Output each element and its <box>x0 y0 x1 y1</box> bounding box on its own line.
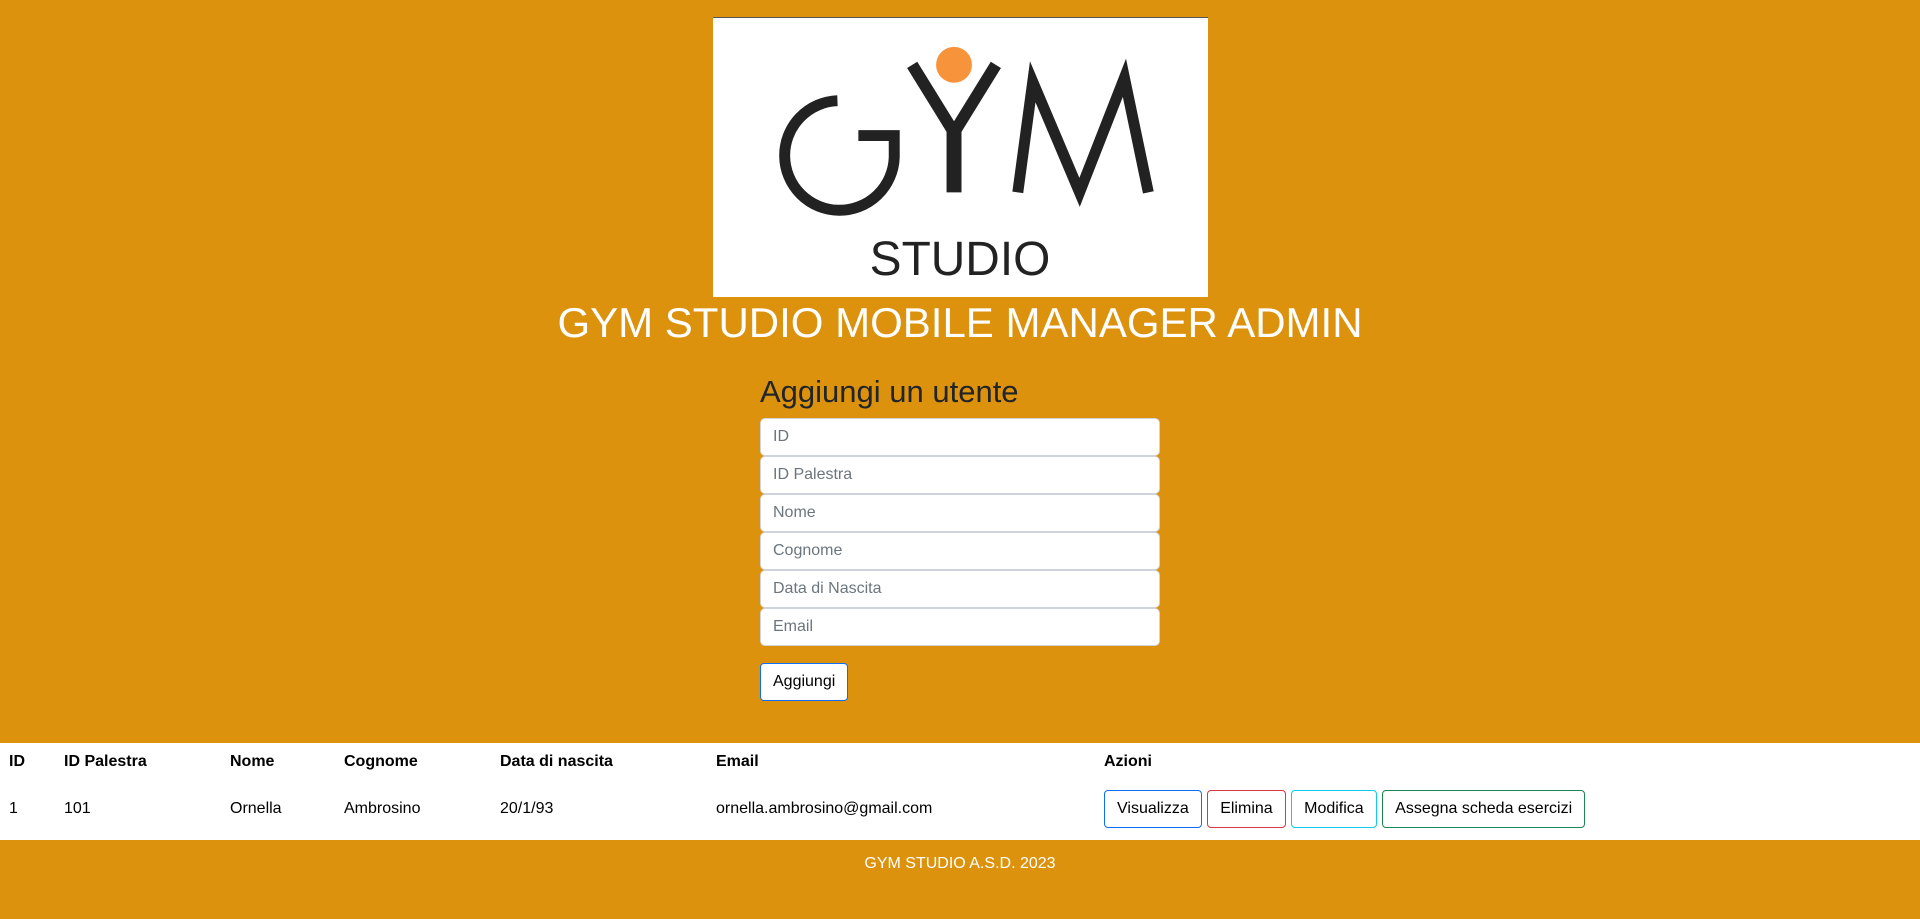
header-actions: Azioni <box>1104 753 1152 770</box>
view-button[interactable]: Visualizza <box>1104 790 1202 828</box>
header-gym-id: ID Palestra <box>64 753 147 770</box>
assign-workout-button[interactable]: Assegna scheda esercizi <box>1382 790 1586 828</box>
users-table: ID ID Palestra Nome Cognome Data di nasc… <box>0 743 1920 837</box>
gym-studio-logo: STUDIO <box>713 17 1208 297</box>
users-table-container: ID ID Palestra Nome Cognome Data di nasc… <box>0 743 1920 840</box>
cell-surname: Ambrosino <box>344 800 421 817</box>
gym-id-input[interactable] <box>760 456 1160 494</box>
form-title: Aggiungi un utente <box>760 374 1019 409</box>
table-row: 1 101 Ornella Ambrosino 20/1/93 ornella.… <box>0 781 1920 837</box>
logo-dot-icon <box>936 46 972 83</box>
footer-text: GYM STUDIO A.S.D. 2023 <box>864 855 1056 872</box>
add-user-form: Aggiungi un utente Aggiungi <box>760 372 1160 701</box>
id-input[interactable] <box>760 418 1160 456</box>
email-input[interactable] <box>760 608 1160 646</box>
birth-date-input[interactable] <box>760 570 1160 608</box>
header-surname: Cognome <box>344 753 418 770</box>
app-title: GYM STUDIO MOBILE MANAGER ADMIN <box>557 299 1363 346</box>
add-user-button[interactable]: Aggiungi <box>760 663 849 701</box>
table-header-row: ID ID Palestra Nome Cognome Data di nasc… <box>0 743 1920 781</box>
logo-graphic: STUDIO <box>779 46 1154 286</box>
header-name: Nome <box>230 753 275 770</box>
cell-email: ornella.ambrosino@gmail.com <box>716 800 933 817</box>
cell-name: Ornella <box>230 800 282 817</box>
cell-birth-date: 20/1/93 <box>500 800 554 817</box>
delete-button[interactable]: Elimina <box>1207 790 1286 828</box>
edit-button[interactable]: Modifica <box>1291 790 1377 828</box>
header-birth-date: Data di nascita <box>500 753 613 770</box>
cell-gym-id: 101 <box>64 800 91 817</box>
header-email: Email <box>716 753 759 770</box>
cell-actions: Visualizza Elimina Modifica Assegna sche… <box>1095 781 1920 837</box>
surname-input[interactable] <box>760 532 1160 570</box>
logo-subtext: STUDIO <box>870 233 1051 286</box>
name-input[interactable] <box>760 494 1160 532</box>
cell-id: 1 <box>9 800 18 817</box>
header-id: ID <box>9 753 25 770</box>
